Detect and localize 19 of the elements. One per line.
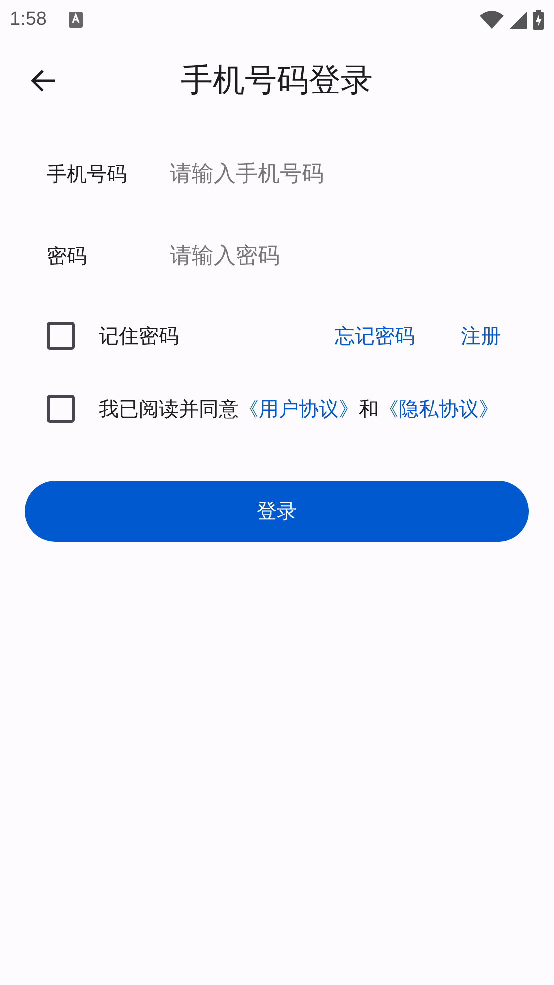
link[interactable]: 忘记密码 (335, 322, 415, 350)
keyboard-icon (68, 12, 83, 28)
checkbox-label: 记住密码 (99, 322, 179, 350)
login-button[interactable]: 登录 (25, 481, 529, 542)
wifi-icon (480, 11, 504, 29)
checkbox[interactable] (47, 322, 75, 350)
field-label: 密码 (47, 242, 88, 270)
agreement-text: 我已阅读并同意《用户协议》和《隐私协议》 (99, 396, 499, 422)
link[interactable]: 注册 (461, 322, 501, 350)
agreement-link[interactable]: 《用户协议》 (239, 396, 359, 420)
checkbox[interactable] (47, 395, 75, 423)
page-title: 手机号码登录 (181, 61, 373, 99)
status-time: 1:58 (10, 9, 47, 31)
input-field[interactable]: 请输入手机号码 (170, 162, 470, 186)
agreement-link[interactable]: 《隐私协议》 (379, 396, 499, 420)
field-label: 手机号码 (47, 160, 128, 188)
signal-icon (510, 12, 527, 28)
input-field[interactable]: 请输入密码 (170, 244, 470, 268)
battery-icon (533, 10, 544, 30)
